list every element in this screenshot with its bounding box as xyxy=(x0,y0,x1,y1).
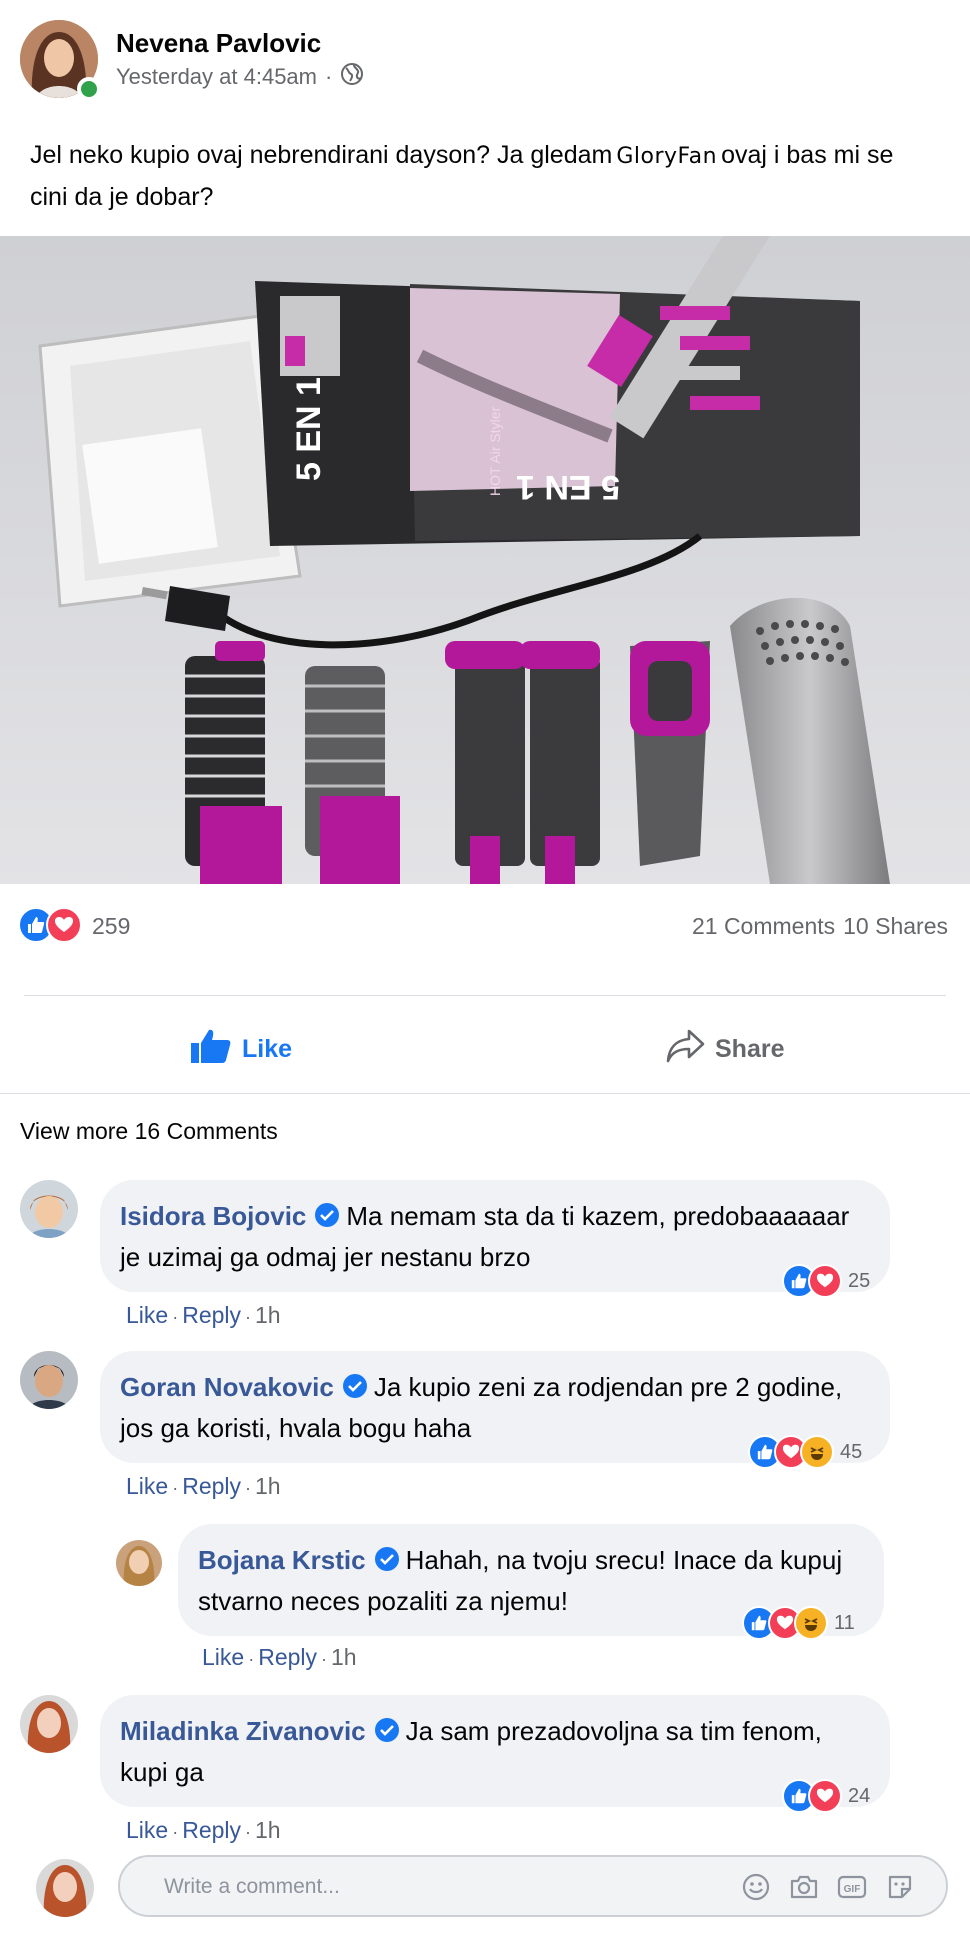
globe-icon[interactable] xyxy=(340,62,364,92)
commenter-avatar[interactable] xyxy=(20,1351,78,1409)
comment-reaction-count: 45 xyxy=(840,1440,863,1463)
commenter-avatar[interactable] xyxy=(20,1180,78,1238)
love-reaction-icon xyxy=(46,907,82,943)
comment-reaction-count: 25 xyxy=(848,1269,871,1292)
reaction-stats: 259 21 Comments 10 Shares xyxy=(18,907,948,947)
post-text: Jel neko kupio ovaj nebrendirani dayson?… xyxy=(30,135,930,218)
share-arrow-icon xyxy=(665,1028,705,1071)
comment-actions: Like · Reply · 1h xyxy=(126,1473,281,1500)
post-text-brand: GloryFan xyxy=(616,144,718,169)
post-header: Nevena Pavlovic Yesterday at 4:45am · xyxy=(20,20,950,101)
share-button[interactable]: Share xyxy=(665,1028,784,1071)
comment-time[interactable]: 1h xyxy=(255,1817,281,1844)
post-photo[interactable]: 5 EN 1 5 EN 1 HOT Air Styler xyxy=(0,236,970,884)
verified-badge-icon xyxy=(374,1714,400,1742)
commenter-avatar[interactable] xyxy=(116,1540,162,1586)
share-label: Share xyxy=(715,1035,785,1063)
comment-reaction-count: 24 xyxy=(848,1784,871,1807)
online-status-indicator xyxy=(77,77,101,101)
camera-icon[interactable] xyxy=(788,1871,820,1903)
svg-text:HOT Air Styler: HOT Air Styler xyxy=(487,406,503,496)
commenter-avatar[interactable] xyxy=(20,1695,78,1753)
divider-bottom xyxy=(0,1093,970,1094)
comment-share-counts: 21 Comments 10 Shares xyxy=(692,913,948,940)
current-user-avatar[interactable] xyxy=(36,1859,94,1917)
love-reaction-icon xyxy=(808,1779,842,1813)
comment-reply-link[interactable]: Reply xyxy=(182,1817,241,1844)
svg-text:5 EN 1: 5 EN 1 xyxy=(516,468,620,506)
commenter-name[interactable]: Goran Novakovic xyxy=(120,1372,334,1402)
shares-count[interactable]: 10 Shares xyxy=(843,913,948,940)
haha-reaction-icon xyxy=(794,1606,828,1640)
comment-reaction-count: 11 xyxy=(834,1611,855,1634)
comment-like-link[interactable]: Like xyxy=(126,1817,168,1844)
verified-badge-icon xyxy=(342,1370,368,1398)
emoji-icon[interactable] xyxy=(740,1871,772,1903)
comment-like-link[interactable]: Like xyxy=(126,1302,168,1329)
comment-time[interactable]: 1h xyxy=(255,1302,281,1329)
comment-reply-link[interactable]: Reply xyxy=(258,1644,317,1671)
reaction-count[interactable]: 259 xyxy=(92,913,130,940)
composer-icons: GIF xyxy=(740,1871,916,1903)
svg-text:GIF: GIF xyxy=(844,1884,861,1895)
haha-reaction-icon xyxy=(800,1435,834,1469)
like-button[interactable]: Like xyxy=(190,1028,292,1071)
commenter-name[interactable]: Bojana Krstic xyxy=(198,1545,366,1575)
comment-actions: Like · Reply · 1h xyxy=(126,1302,281,1329)
comment: Miladinka Zivanovic Ja sam prezadovoljna … xyxy=(20,1695,950,1845)
post-text-before: Jel neko kupio ovaj nebrendirani dayson?… xyxy=(30,141,613,169)
post-meta: Yesterday at 4:45am · xyxy=(116,62,364,92)
comment-like-link[interactable]: Like xyxy=(126,1473,168,1500)
comment-time[interactable]: 1h xyxy=(331,1644,357,1671)
comment: Isidora Bojovic Ma nemam sta da ti kazem,… xyxy=(20,1180,950,1330)
post-actions: Like Share xyxy=(0,1000,970,1100)
comment-reply-link[interactable]: Reply xyxy=(182,1302,241,1329)
love-reaction-icon xyxy=(808,1264,842,1298)
comment-input-wrapper: GIF xyxy=(118,1855,948,1917)
comments-count[interactable]: 21 Comments xyxy=(692,913,835,940)
thumbs-up-icon xyxy=(190,1028,232,1071)
commenter-name[interactable]: Miladinka Zivanovic xyxy=(120,1716,366,1746)
verified-badge-icon xyxy=(374,1543,400,1571)
sticker-icon[interactable] xyxy=(884,1871,916,1903)
view-more-comments[interactable]: View more 16 Comments xyxy=(20,1118,278,1145)
verified-badge-icon xyxy=(314,1199,340,1227)
comment-composer: GIF xyxy=(36,1855,956,1921)
comment-reactions[interactable]: 45 xyxy=(748,1435,862,1469)
comment-input[interactable] xyxy=(164,1871,664,1903)
author-name[interactable]: Nevena Pavlovic xyxy=(116,28,321,59)
comment-reactions[interactable]: 24 xyxy=(782,1779,870,1813)
gif-icon[interactable]: GIF xyxy=(836,1871,868,1903)
commenter-name[interactable]: Isidora Bojovic xyxy=(120,1201,306,1231)
comment-like-link[interactable]: Like xyxy=(202,1644,244,1671)
comment-actions: Like · Reply · 1h xyxy=(202,1644,357,1671)
svg-text:5 EN 1: 5 EN 1 xyxy=(290,377,328,481)
reaction-icons[interactable] xyxy=(18,907,82,943)
like-label: Like xyxy=(242,1035,293,1063)
comment-time[interactable]: 1h xyxy=(255,1473,281,1500)
comment-reactions[interactable]: 25 xyxy=(782,1264,870,1298)
divider-top xyxy=(24,995,946,996)
comment: Goran Novakovic Ja kupio zeni za rodjenda… xyxy=(20,1351,950,1501)
post-timestamp[interactable]: Yesterday at 4:45am xyxy=(116,64,317,90)
comment-bubble: Isidora Bojovic Ma nemam sta da ti kazem,… xyxy=(100,1180,890,1292)
comment-reactions[interactable]: 11 xyxy=(742,1606,855,1640)
comment-bubble: Miladinka Zivanovic Ja sam prezadovoljna … xyxy=(100,1695,890,1807)
meta-separator: · xyxy=(325,64,333,89)
comment-reply-link[interactable]: Reply xyxy=(182,1473,241,1500)
comment-reply: Bojana Krstic Hahah, na tvoju srecu! Inac… xyxy=(116,1524,950,1674)
comment-actions: Like · Reply · 1h xyxy=(126,1817,281,1844)
